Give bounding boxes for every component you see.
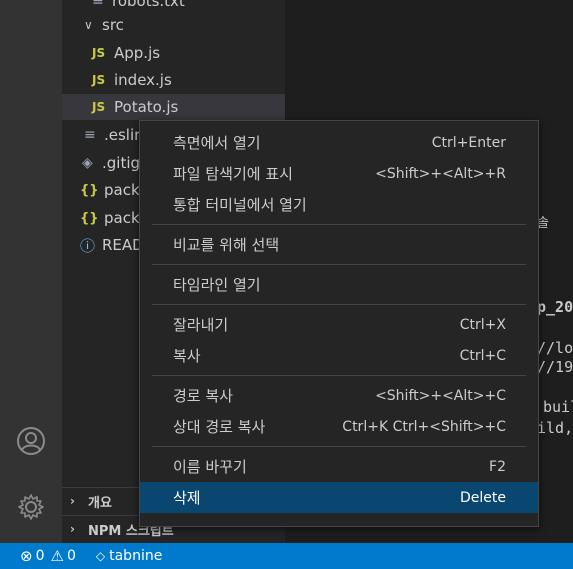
menu-item-rename[interactable]: 이름 바꾸기 F2 [140,451,538,482]
menu-item-cut[interactable]: 잘라내기 Ctrl+X [140,309,538,340]
menu-separator [152,224,526,225]
menu-item-open-timeline[interactable]: 타임라인 열기 [140,269,538,300]
git-diamond-icon: ◈ [82,155,93,171]
menu-item-delete[interactable]: 삭제 Delete [140,482,538,513]
menu-item-reveal-in-explorer[interactable]: 파일 탐색기에 표시 <Shift>+<Alt>+R [140,158,538,189]
panel-label: 개요 [88,495,112,511]
menu-item-open-to-side[interactable]: 측면에서 열기 Ctrl+Enter [140,127,538,158]
menu-item-label: 이름 바꾸기 [173,458,247,476]
warning-icon: ⚠ [50,547,64,565]
menu-item-shortcut: Ctrl+Enter [431,134,506,151]
menu-item-label: 상대 경로 복사 [173,418,266,436]
file-label: App.js [114,44,161,62]
menu-item-copy-relative-path[interactable]: 상대 경로 복사 Ctrl+K Ctrl+<Shift>+C [140,411,538,442]
menu-item-shortcut: F2 [489,458,506,475]
code-line: p_202 [537,298,573,316]
problems-indicator[interactable]: ⊗ 0 ⚠ 0 [20,547,76,565]
tabnine-label: tabnine [109,548,163,564]
info-icon: ⓘ [80,236,96,255]
menu-separator [152,375,526,376]
file-label: .gitig [102,154,141,172]
js-file-icon: JS [92,73,106,87]
code-line: //loc [537,339,573,357]
menu-separator [152,446,526,447]
menu-item-shortcut: <Shift>+<Alt>+C [375,387,506,404]
menu-item-label: 측면에서 열기 [173,134,261,152]
error-icon: ⊗ [20,547,33,565]
chevron-right-icon: › [70,522,75,536]
braces-icon: {} [80,210,99,226]
file-lines-icon: ≡ [92,0,104,9]
menu-item-copy-path[interactable]: 경로 복사 <Shift>+<Alt>+C [140,380,538,411]
chevron-down-icon: ∨ [84,18,93,32]
warning-count: 0 [66,548,76,564]
menu-item-open-in-terminal[interactable]: 통합 터미널에서 열기 [140,189,538,220]
file-label: pack [104,181,140,199]
js-file-icon: JS [92,100,106,114]
menu-separator [152,264,526,265]
file-label: READ [102,236,144,254]
file-item-index-js[interactable]: JS index.js [62,67,315,93]
menu-item-label: 경로 복사 [173,387,233,405]
menu-item-label: 삭제 [173,489,201,507]
menu-item-shortcut: Ctrl+K Ctrl+<Shift>+C [342,418,506,435]
code-line: //192 [537,358,573,376]
braces-icon: {} [80,182,99,198]
folder-src[interactable]: ∨ src [62,12,307,38]
menu-item-shortcut: Ctrl+C [459,347,506,364]
file-lines-icon: ≡ [84,127,96,143]
activity-bar [0,0,62,543]
menu-item-copy[interactable]: 복사 Ctrl+C [140,340,538,371]
menu-item-shortcut: <Shift>+<Alt>+R [375,165,506,182]
context-menu: 측면에서 열기 Ctrl+Enter 파일 탐색기에 표시 <Shift>+<A… [139,120,539,527]
menu-item-label: 복사 [173,347,201,365]
error-count: 0 [35,548,45,564]
account-icon[interactable] [14,424,48,458]
gear-icon[interactable] [14,490,48,524]
file-item-app-js[interactable]: JS App.js [62,40,315,66]
tabnine-status[interactable]: ◇ tabnine [96,548,162,564]
menu-item-label: 잘라내기 [173,316,229,334]
chevron-right-icon: › [70,494,75,508]
file-item-potato-js[interactable]: JS Potato.js [62,94,315,120]
menu-item-shortcut: Delete [460,489,506,506]
menu-item-label: 통합 터미널에서 열기 [173,196,307,214]
file-label: robots.txt [112,0,185,10]
file-label: index.js [114,71,172,89]
folder-label: src [102,16,124,34]
menu-item-label: 비교를 위해 선택 [173,236,280,254]
menu-item-select-for-compare[interactable]: 비교를 위해 선택 [140,229,538,260]
menu-separator [152,304,526,305]
status-bar: ⊗ 0 ⚠ 0 ◇ tabnine [0,543,573,569]
file-label: .eslir [104,126,141,144]
file-label: pack [104,209,140,227]
menu-item-label: 파일 탐색기에 표시 [173,165,293,183]
file-label: Potato.js [114,98,179,116]
menu-item-shortcut: Ctrl+X [459,316,506,333]
js-file-icon: JS [92,46,106,60]
menu-item-label: 타임라인 열기 [173,276,261,294]
code-line: buil [543,398,573,416]
code-line: ild, [537,419,573,437]
tabnine-icon: ◇ [95,549,106,563]
